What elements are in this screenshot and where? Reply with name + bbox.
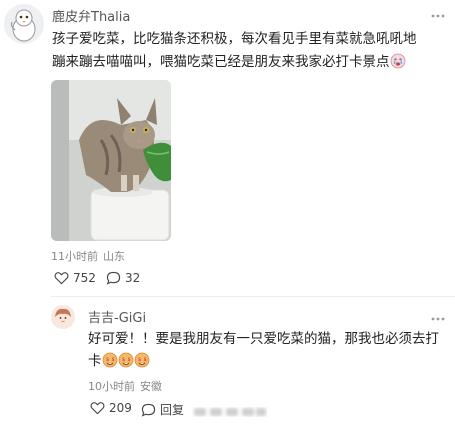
svg-text:$: $ [138, 357, 141, 363]
reply-location: 安徽 [140, 380, 162, 393]
divider [51, 296, 455, 297]
commenter-username[interactable]: 鹿皮弁Thalia [52, 6, 130, 25]
cat-photo[interactable] [51, 80, 171, 241]
svg-text:$: $ [122, 357, 125, 363]
money-eyes-face-emoji: $ $ [134, 352, 150, 375]
blurred-watermark [192, 404, 267, 418]
commenter-avatar[interactable] [4, 4, 44, 44]
like-count: 752 [73, 271, 96, 285]
reply-like-count: 209 [109, 401, 132, 415]
svg-text:$: $ [106, 357, 109, 363]
reply-meta: 10小时前 安徽 [88, 378, 162, 394]
comment-time: 11小时前 [51, 250, 98, 263]
svg-text:$: $ [143, 357, 146, 363]
comment-text-content: 孩子爱吃菜，比吃猫条还积极，每次看见手里有菜就急吼吼地蹦来蹦去喵喵叫，喂猫吃菜已… [52, 31, 417, 70]
girl-avatar-icon [51, 305, 75, 329]
money-eyes-face-emoji: $ $ [102, 352, 118, 375]
more-icon[interactable] [430, 311, 446, 327]
heart-outline-icon [90, 402, 105, 415]
comment-count: 32 [125, 271, 141, 285]
comment-bubble-icon [106, 271, 121, 285]
svg-text:$: $ [127, 357, 130, 363]
comment-button[interactable]: 32 [106, 271, 140, 285]
reply-label: 回复 [160, 403, 185, 417]
comment-meta: 11小时前 山东 [51, 248, 125, 264]
reply-bubble-icon [141, 403, 156, 417]
comment-location: 山东 [103, 250, 125, 263]
cat-eating-greens-image [51, 80, 171, 241]
reply-button[interactable]: 回复 [141, 401, 184, 418]
svg-text:$: $ [111, 357, 114, 363]
reply-like-button[interactable]: 209 [90, 401, 132, 415]
like-button[interactable]: 752 [54, 271, 96, 285]
more-icon[interactable] [430, 8, 446, 24]
crying-face-emoji [390, 53, 406, 77]
penguin-avatar-icon [4, 4, 44, 44]
heart-outline-icon [54, 272, 69, 285]
comment-text: 孩子爱吃菜，比吃猫条还积极，每次看见手里有菜就急吼吼地蹦来蹦去喵喵叫，喂猫吃菜已… [52, 28, 424, 77]
replier-username[interactable]: 吉吉-GiGi [88, 307, 146, 326]
money-eyes-face-emoji: $ $ [118, 352, 134, 375]
replier-avatar[interactable] [51, 305, 75, 329]
reply-time: 10小时前 [88, 380, 135, 393]
reply-text: 好可爱！！要是我朋友有一只爱吃菜的猫，那我也必须去打卡 $ $ $ $ $ $ [88, 328, 448, 375]
